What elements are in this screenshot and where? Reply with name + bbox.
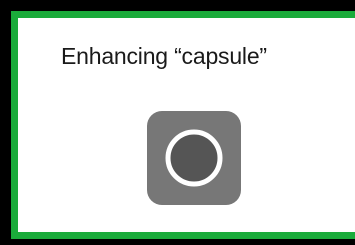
- progress-circle-icon: [165, 129, 223, 187]
- progress-indicator: [147, 111, 241, 205]
- dialog-title: Enhancing “capsule”: [61, 43, 267, 69]
- screen-background: Enhancing “capsule”: [0, 0, 355, 245]
- enhance-progress-dialog: Enhancing “capsule”: [11, 11, 355, 239]
